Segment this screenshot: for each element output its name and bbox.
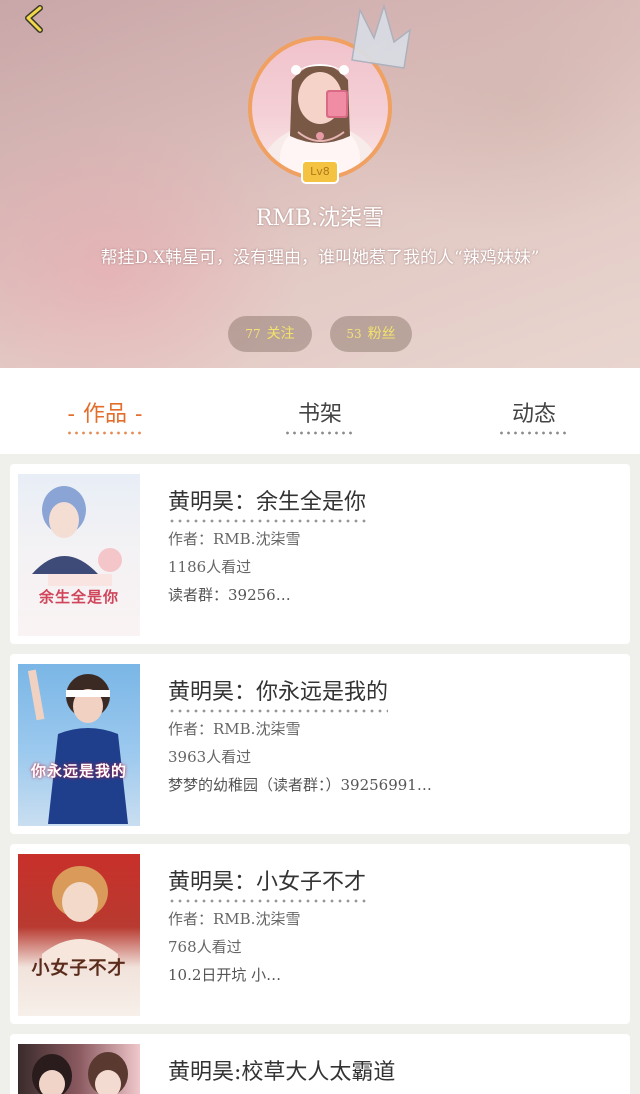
book-title[interactable]: 黄明昊：小女子不才 — [168, 864, 367, 904]
book-cover[interactable]: 余生全是你 — [18, 474, 140, 636]
user-bio: 帮挂D.X韩星可，没有理由，谁叫她惹了我的人“辣鸡妹妹” — [100, 248, 540, 268]
profile-header: Lv8 RMB.沈柒雪 帮挂D.X韩星可，没有理由，谁叫她惹了我的人“辣鸡妹妹”… — [0, 0, 640, 368]
book-title[interactable]: 黄明昊：你永远是我的 — [168, 674, 389, 714]
book-description: 梦梦的幼稚园（读者群：）39256991… — [168, 776, 432, 794]
book-card[interactable]: 你永远是我的 黄明昊：你永远是我的 作者：RMB.沈柒雪 3963人看过 梦梦的… — [10, 654, 630, 834]
back-arrow-icon — [25, 5, 43, 33]
follow-count: 77 — [245, 327, 261, 341]
book-description: 读者群：39256… — [168, 586, 291, 604]
book-author: 作者：RMB.沈柒雪 — [168, 910, 301, 928]
tab-works[interactable]: - 作品 - — [40, 396, 170, 436]
cover-art — [42, 866, 118, 964]
level-badge: Lv8 — [301, 160, 339, 184]
book-card[interactable]: 小女子不才 黄明昊：小女子不才 作者：RMB.沈柒雪 768人看过 10.2日开… — [10, 844, 630, 1024]
tab-bookshelf[interactable]: 书架 — [260, 396, 380, 436]
avatar-container[interactable]: Lv8 — [248, 3, 412, 184]
book-cover[interactable]: 小女子不才 — [18, 854, 140, 1016]
tab-bookshelf-label: 书架 — [297, 402, 342, 427]
cover-art — [27, 669, 128, 824]
book-cover[interactable]: 你永远是我的 — [18, 664, 140, 826]
book-card[interactable]: 余生全是你 黄明昊：余生全是你 作者：RMB.沈柒雪 1186人看过 读者群：3… — [10, 464, 630, 644]
tab-works-label: 作品 — [82, 402, 127, 427]
title-decoration — [168, 898, 367, 904]
book-title-text: 黄明昊：你永远是我的 — [168, 680, 389, 705]
title-decoration — [168, 518, 367, 524]
tab-underline-decoration — [66, 430, 144, 436]
book-title[interactable]: 黄明昊：余生全是你 — [168, 484, 367, 524]
tab-underline-decoration — [284, 430, 356, 436]
book-title-text: 黄明昊：小女子不才 — [168, 870, 367, 895]
book-cover[interactable] — [18, 1044, 140, 1094]
follow-label: 关注 — [266, 326, 295, 342]
book-title-text: 黄明昊：余生全是你 — [168, 490, 367, 515]
book-card[interactable]: 黄明昊:校草大人太霸道 — [10, 1034, 630, 1094]
tab-activity-label: 动态 — [511, 402, 556, 427]
book-description: 10.2日开坑 小… — [168, 966, 282, 984]
crown-icon — [351, 3, 412, 69]
tab-underline-decoration — [498, 430, 570, 436]
book-title-text: 黄明昊:校草大人太霸道 — [168, 1060, 396, 1085]
follow-count-button[interactable]: 77 关注 — [228, 316, 312, 352]
user-nickname: RMB.沈柒雪 — [255, 206, 385, 231]
tab-active-dash-left: - — [67, 402, 75, 427]
cover-art — [32, 486, 122, 586]
book-read-count: 768人看过 — [168, 938, 242, 956]
fans-count: 53 — [346, 327, 362, 341]
title-decoration — [168, 708, 389, 714]
cover-title: 余生全是你 — [38, 588, 119, 606]
cover-title: 你永远是我的 — [30, 762, 127, 780]
cover-art — [32, 1052, 128, 1094]
tab-active-dash-right: - — [135, 402, 143, 427]
cover-title: 小女子不才 — [31, 958, 127, 979]
book-read-count: 1186人看过 — [168, 558, 252, 576]
book-author: 作者：RMB.沈柒雪 — [168, 530, 301, 548]
tab-bar: - 作品 - 书架 动态 — [0, 368, 640, 454]
tab-activity[interactable]: 动态 — [474, 396, 594, 436]
fans-label: 粉丝 — [367, 326, 396, 342]
book-title[interactable]: 黄明昊:校草大人太霸道 — [168, 1054, 395, 1086]
back-button[interactable] — [16, 2, 56, 42]
book-author: 作者：RMB.沈柒雪 — [168, 720, 301, 738]
book-read-count: 3963人看过 — [168, 748, 252, 766]
fans-count-button[interactable]: 53 粉丝 — [330, 316, 412, 352]
